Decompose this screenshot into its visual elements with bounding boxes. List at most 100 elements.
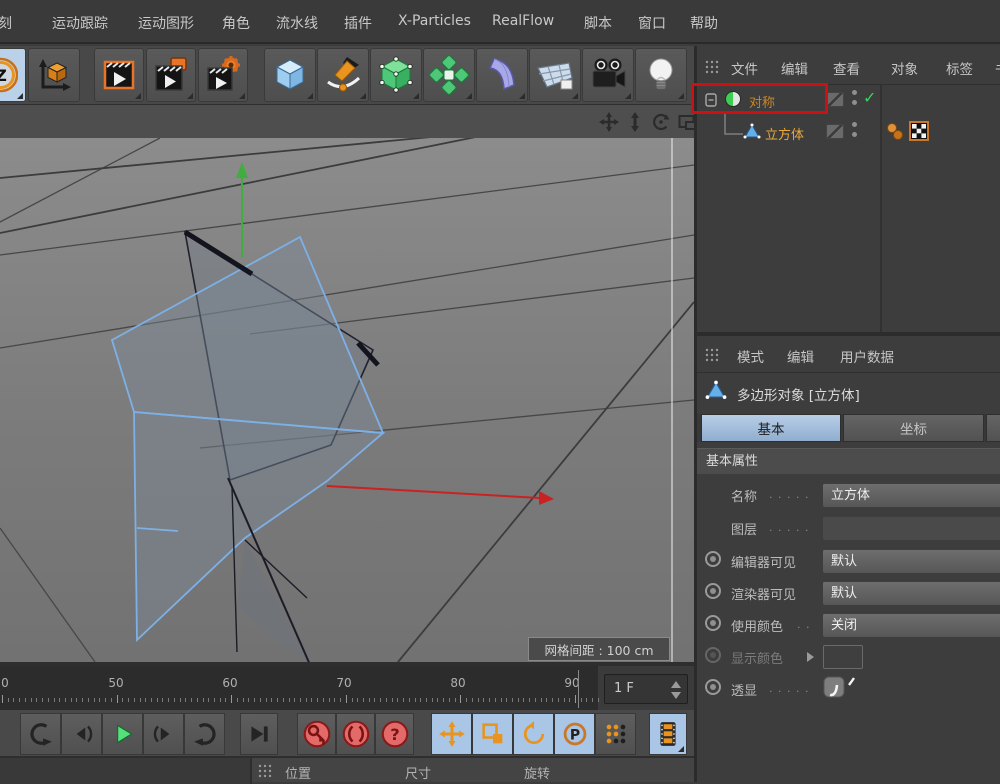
deformer-button[interactable]	[476, 48, 528, 102]
rotate-view-icon[interactable]	[651, 112, 671, 132]
play-to-end-button[interactable]	[240, 713, 278, 755]
keyframe-radio[interactable]	[705, 647, 721, 663]
play-button[interactable]	[102, 713, 143, 755]
goto-end-button[interactable]	[184, 713, 225, 755]
layer-input[interactable]	[823, 516, 1000, 540]
tab-phong[interactable]: 平	[986, 414, 1000, 442]
expand-arrow-icon[interactable]	[807, 652, 814, 662]
leader-dots: . . . . .	[769, 521, 809, 534]
record-scale-button[interactable]	[472, 713, 513, 755]
record-keyframe-button[interactable]	[297, 713, 336, 755]
am-menu-userdata[interactable]: 用户数据	[840, 346, 894, 366]
tab-coordinates[interactable]: 坐标	[843, 414, 984, 442]
am-menu-mode[interactable]: 模式	[737, 346, 764, 366]
section-basic-properties[interactable]: 基本属性	[697, 448, 1000, 474]
render-picture-viewer-button[interactable]	[146, 48, 196, 102]
menu-character[interactable]: 角色	[222, 13, 250, 33]
menu-motion-tracker[interactable]: 运动跟踪	[52, 13, 108, 33]
om-menu-tags[interactable]: 标签	[946, 58, 973, 78]
menu-plugins[interactable]: 插件	[344, 13, 372, 33]
record-position-button[interactable]	[431, 713, 472, 755]
menu-pipeline[interactable]: 流水线	[276, 13, 318, 33]
coordinate-system-button[interactable]	[28, 48, 80, 102]
render-view-button[interactable]	[94, 48, 144, 102]
grid-spacing-label: 网格间距 : 100 cm	[528, 637, 670, 661]
zoom-view-icon[interactable]	[625, 112, 645, 132]
x-axis-arrow[interactable]	[327, 486, 554, 505]
menu-realflow[interactable]: RealFlow	[492, 13, 554, 29]
panel-handle-icon[interactable]	[258, 764, 276, 778]
ruler-tick-label: 60	[222, 676, 237, 690]
keyframe-radio[interactable]	[705, 679, 721, 695]
display-color-swatch[interactable]	[823, 645, 863, 669]
spline-pen-button[interactable]	[317, 48, 369, 102]
phong-tag-icon[interactable]	[886, 122, 904, 142]
add-cube-button[interactable]	[264, 48, 316, 102]
coord-rotation-label: 旋转	[524, 763, 550, 782]
viewport-header	[0, 104, 694, 138]
name-input[interactable]: 立方体	[823, 483, 1000, 507]
om-menu-file[interactable]: 文件	[731, 58, 758, 78]
prev-key-button[interactable]	[61, 713, 102, 755]
object-row-cube[interactable]: 立方体	[697, 118, 1000, 150]
timeline-window-button[interactable]	[649, 713, 687, 755]
y-axis-arrow[interactable]	[236, 162, 248, 258]
layer-toggle[interactable]	[826, 124, 844, 139]
tool-z-icon: Z	[0, 55, 18, 95]
om-menu-view[interactable]: 查看	[833, 58, 860, 78]
layer-toggle[interactable]	[826, 92, 844, 107]
menu-script[interactable]: 脚本	[584, 13, 612, 33]
timeline-window-icon	[655, 720, 681, 748]
menu-mograph[interactable]: 运动图形	[138, 13, 194, 33]
record-rotation-button[interactable]	[513, 713, 554, 755]
xray-checkbox[interactable]	[823, 675, 863, 701]
record-parameter-button[interactable]: P	[554, 713, 595, 755]
tool-z-button[interactable]: Z	[0, 48, 26, 102]
keyframe-selection-button[interactable]: ?	[375, 713, 414, 755]
current-frame-field[interactable]: 1 F	[604, 674, 688, 704]
move-view-icon[interactable]	[599, 112, 619, 132]
keyframe-radio[interactable]	[705, 583, 721, 599]
om-menu-bookmarks[interactable]: 书签	[995, 58, 1000, 78]
om-menu-objects[interactable]: 对象	[891, 58, 918, 78]
timeline-ruler[interactable]: 0 50 60 70 80 90	[0, 666, 598, 710]
menu-sculpt[interactable]: 雕刻	[0, 13, 12, 33]
renderer-visibility-dropdown[interactable]: 默认	[823, 581, 1000, 605]
renderer-visibility-dot[interactable]	[852, 100, 857, 105]
enabled-check-icon[interactable]: ✓	[863, 88, 876, 107]
keyframe-radio[interactable]	[705, 615, 721, 631]
om-menu-edit[interactable]: 编辑	[781, 58, 808, 78]
floor-button[interactable]	[529, 48, 581, 102]
menu-window[interactable]: 窗口	[638, 13, 666, 33]
frame-spinner[interactable]	[671, 681, 681, 699]
record-pla-button[interactable]	[595, 713, 636, 755]
panel-handle-icon[interactable]	[705, 348, 723, 362]
editor-visibility-dot[interactable]	[852, 90, 857, 95]
object-name-cube[interactable]: 立方体	[765, 124, 804, 143]
cloner-button[interactable]	[423, 48, 475, 102]
next-key-button[interactable]	[143, 713, 184, 755]
menu-help[interactable]: 帮助	[690, 13, 718, 33]
subdivision-surface-button[interactable]	[370, 48, 422, 102]
panel-handle-icon[interactable]	[705, 60, 723, 74]
camera-button[interactable]	[582, 48, 634, 102]
render-settings-button[interactable]	[198, 48, 248, 102]
light-button[interactable]	[635, 48, 687, 102]
play-to-end-icon	[246, 721, 272, 747]
timeline: 0 50 60 70 80 90 1 F	[0, 666, 694, 710]
goto-start-button[interactable]	[20, 713, 61, 755]
tab-basic[interactable]: 基本	[701, 414, 841, 442]
keyframe-radio[interactable]	[705, 551, 721, 567]
transport-bar: ? P	[0, 710, 694, 756]
subdivision-surface-icon	[376, 55, 416, 95]
renderer-visibility-dot[interactable]	[852, 132, 857, 137]
editor-visibility-dropdown[interactable]: 默认	[823, 549, 1000, 573]
viewport-3d[interactable]: 网格间距 : 100 cm	[0, 138, 694, 662]
editor-visibility-dot[interactable]	[852, 122, 857, 127]
use-color-dropdown[interactable]: 关闭	[823, 613, 1000, 637]
autokey-button[interactable]	[336, 713, 375, 755]
texture-tag-icon[interactable]	[909, 121, 929, 141]
leader-dots: . .	[797, 618, 811, 631]
menu-xparticles[interactable]: X-Particles	[398, 13, 471, 29]
am-menu-edit[interactable]: 编辑	[787, 346, 814, 366]
